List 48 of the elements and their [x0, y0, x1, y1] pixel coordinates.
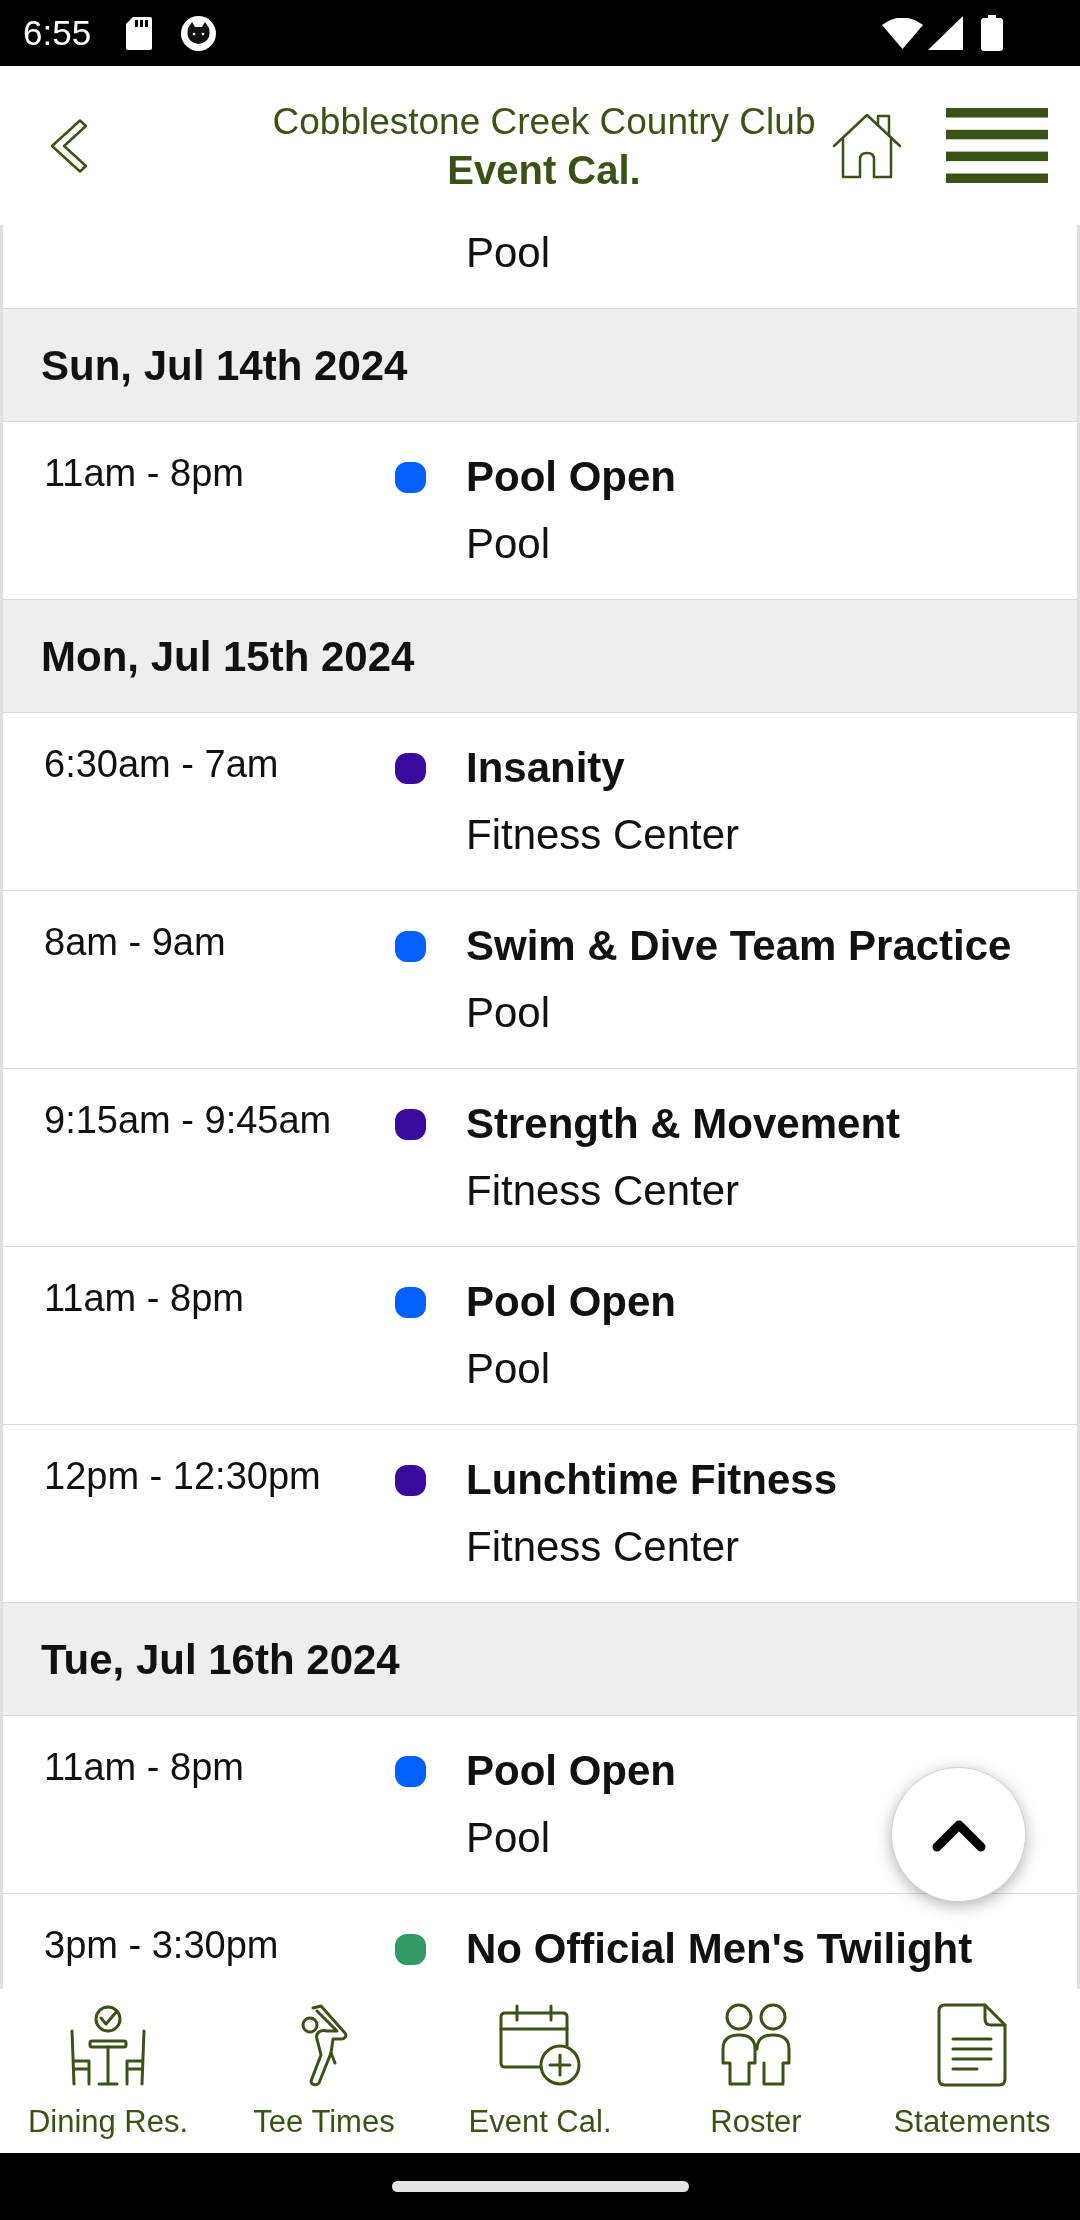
- signal-icon: [928, 16, 963, 50]
- event-title: Strength & Movement: [466, 1099, 901, 1149]
- event-location: Pool: [466, 519, 551, 569]
- dining-table-icon: [68, 2003, 148, 2087]
- nav-tab[interactable]: Event Cal.: [432, 1989, 648, 2153]
- nav-tab[interactable]: Dining Res.: [0, 1989, 216, 2153]
- document-icon: [937, 2003, 1007, 2087]
- event-title: Pool Open: [466, 1746, 676, 1796]
- event-title: Pool Open: [466, 1277, 676, 1327]
- event-location: Pool: [466, 1344, 551, 1394]
- home-icon[interactable]: [832, 112, 902, 179]
- event-time: 8am - 9am: [44, 920, 226, 965]
- event-title: Lunchtime Fitness: [466, 1455, 838, 1505]
- event-title: Pool Open: [466, 452, 676, 502]
- menu-icon[interactable]: [946, 108, 1048, 183]
- event-time: 11am - 8pm: [44, 1276, 244, 1321]
- status-time: 6:55: [23, 13, 92, 53]
- calendar-plus-icon: [497, 2003, 583, 2087]
- event-title: Swim & Dive Team Practice: [466, 921, 1012, 971]
- nav-tab[interactable]: Statements: [864, 1989, 1080, 2153]
- event-time: 11am - 8pm: [44, 451, 244, 496]
- event-location: Pool: [466, 228, 551, 278]
- event-title: No Official Men's Twilight: [466, 1924, 973, 1974]
- two-people-icon: [720, 2003, 792, 2087]
- sd-card-icon: [126, 16, 153, 50]
- date-header: Sun, Jul 14th 2024: [3, 309, 1077, 422]
- back-icon[interactable]: [50, 118, 88, 173]
- event-time: 12pm - 12:30pm: [44, 1454, 321, 1499]
- event-location: Pool: [466, 988, 551, 1038]
- event-time: 11am - 8pm: [44, 1745, 244, 1790]
- event-time: 6:30am - 7am: [44, 742, 279, 787]
- event-title: Insanity: [466, 743, 625, 793]
- nav-tab[interactable]: Roster: [648, 1989, 864, 2153]
- battery-icon: [981, 15, 1003, 51]
- club-name: Cobblestone Creek Country Club: [272, 99, 816, 144]
- wifi-icon: [882, 17, 923, 49]
- event-location: Fitness Center: [466, 1522, 740, 1572]
- event-time: 3pm - 3:30pm: [44, 1923, 279, 1968]
- page-title: Event Cal.: [447, 147, 641, 192]
- date-header: Tue, Jul 16th 2024: [3, 1603, 1077, 1716]
- event-location: Fitness Center: [466, 1166, 740, 1216]
- date-header: Mon, Jul 15th 2024: [3, 600, 1077, 713]
- event-location: Pool: [466, 1813, 551, 1863]
- event-location: Fitness Center: [466, 810, 740, 860]
- nav-tab[interactable]: Tee Times: [216, 1989, 432, 2153]
- golfer-icon: [299, 2003, 349, 2087]
- event-time: 9:15am - 9:45am: [44, 1098, 332, 1143]
- cat-face-icon: [181, 15, 217, 51]
